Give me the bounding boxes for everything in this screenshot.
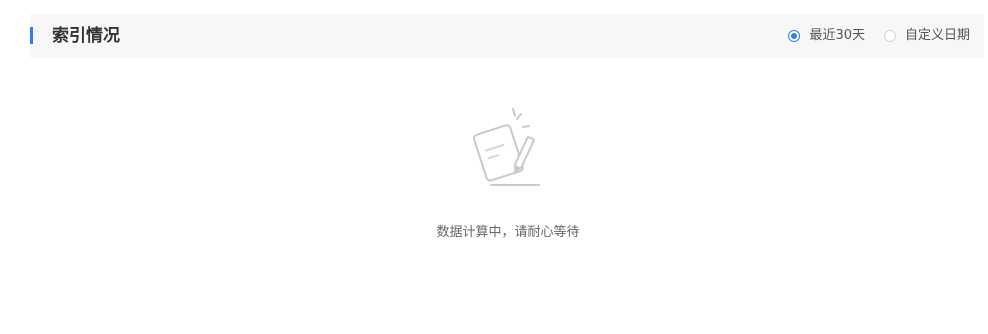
section-header: 索引情况 最近30天 自定义日期 <box>30 14 984 58</box>
empty-state-message: 数据计算中，请耐心等待 <box>436 225 580 240</box>
radio-last-30-days[interactable]: 最近30天 <box>788 26 865 46</box>
radio-label-custom-date: 自定义日期 <box>904 28 970 43</box>
section-title: 索引情况 <box>52 26 120 46</box>
radio-checked-icon[interactable] <box>788 30 801 42</box>
index-status-panel: 索引情况 最近30天 自定义日期 数据计算中，请耐心等待 <box>0 0 988 334</box>
radio-label-last-30-days: 最近30天 <box>809 28 865 43</box>
notepad-pen-icon <box>473 108 540 186</box>
date-range-radio-group: 最近30天 自定义日期 <box>788 26 970 46</box>
radio-unchecked-icon[interactable] <box>883 30 896 42</box>
header-accent-bar <box>30 27 33 44</box>
radio-custom-date[interactable]: 自定义日期 <box>883 26 970 46</box>
